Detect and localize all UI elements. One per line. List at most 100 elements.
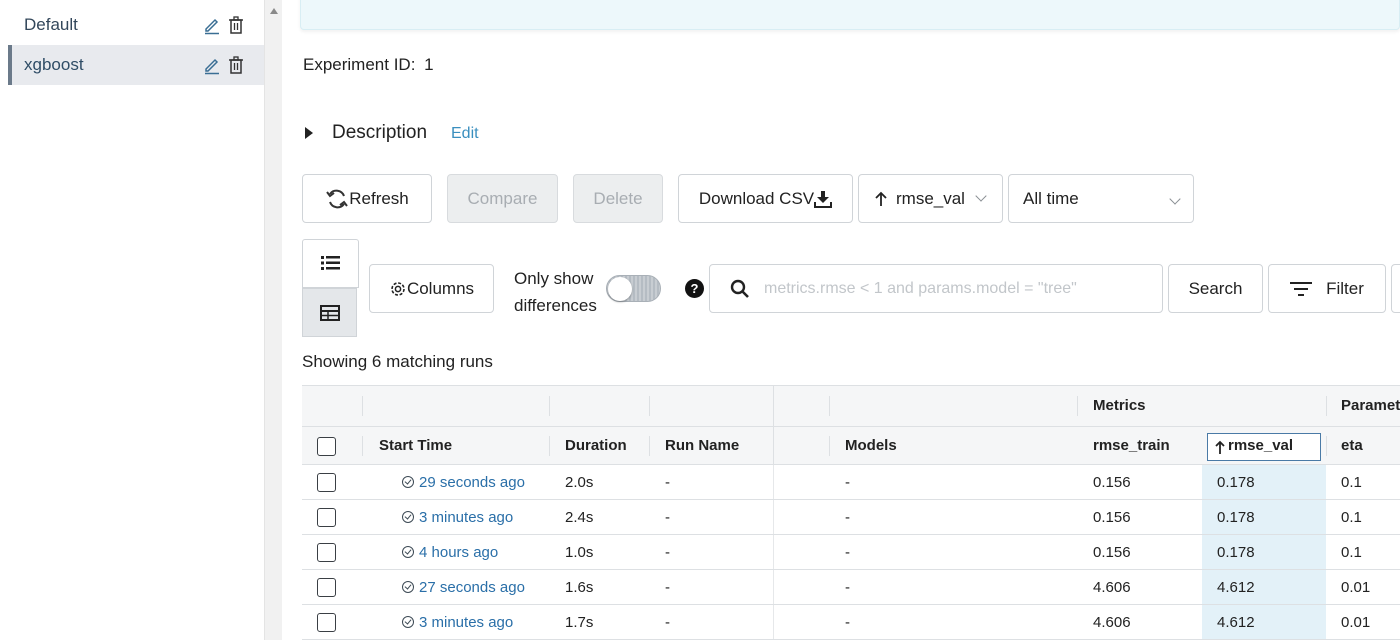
table-row[interactable]: 3 minutes ago 2.4s - - 0.156 0.178 0.1 bbox=[302, 500, 1400, 535]
refresh-button[interactable]: Refresh bbox=[302, 174, 432, 223]
rmse-val-cell: 0.178 bbox=[1217, 544, 1255, 561]
table-row[interactable]: 27 seconds ago 1.6s - - 4.606 4.612 0.01 bbox=[302, 570, 1400, 605]
experiment-item-xgboost[interactable]: xgboost bbox=[8, 45, 264, 85]
only-show-line: Only show bbox=[514, 269, 594, 288]
edit-icon[interactable] bbox=[202, 15, 222, 35]
experiment-item-default[interactable]: Default bbox=[8, 5, 264, 45]
filter-label: Filter bbox=[1326, 278, 1364, 298]
row-checkbox[interactable] bbox=[317, 613, 336, 632]
table-view-toggle[interactable] bbox=[302, 288, 357, 337]
sort-ascending-icon bbox=[1215, 440, 1225, 454]
row-checkbox[interactable] bbox=[317, 543, 336, 562]
start-time-link[interactable]: 3 minutes ago bbox=[419, 509, 513, 526]
column-rmse-train[interactable]: rmse_train bbox=[1093, 437, 1170, 454]
only-show-differences-toggle[interactable] bbox=[606, 275, 661, 302]
description-heading[interactable]: Description bbox=[332, 122, 427, 144]
run-name-cell: - bbox=[665, 579, 670, 596]
run-name-cell: - bbox=[665, 614, 670, 631]
duration-cell: 1.7s bbox=[565, 614, 594, 631]
row-checkbox[interactable] bbox=[317, 578, 336, 597]
metrics-group-header: Metrics bbox=[1093, 397, 1146, 414]
experiment-sidebar: Default xgboost bbox=[0, 0, 264, 640]
rmse-train-cell: 0.156 bbox=[1093, 474, 1131, 491]
scroll-up-arrow-icon[interactable] bbox=[270, 8, 278, 14]
time-range-value: All time bbox=[1023, 188, 1079, 208]
search-icon bbox=[730, 279, 749, 298]
rmse-val-cell: 4.612 bbox=[1217, 579, 1255, 596]
search-box[interactable] bbox=[709, 264, 1163, 313]
experiment-id-value: 1 bbox=[424, 55, 434, 74]
help-icon[interactable]: ? bbox=[685, 279, 704, 298]
filter-button[interactable]: Filter bbox=[1268, 264, 1386, 313]
start-time-link[interactable]: 3 minutes ago bbox=[419, 614, 513, 631]
table-row[interactable]: 3 minutes ago 1.7s - - 4.606 4.612 0.01 bbox=[302, 605, 1400, 640]
columns-button[interactable]: Columns bbox=[369, 264, 494, 313]
chevron-down-icon bbox=[975, 190, 987, 202]
filter-icon bbox=[1290, 281, 1313, 296]
search-input[interactable] bbox=[762, 277, 1152, 301]
sort-select-value: rmse_val bbox=[896, 188, 965, 208]
experiment-label: xgboost bbox=[24, 55, 84, 74]
trash-icon[interactable] bbox=[226, 55, 246, 75]
delete-button[interactable]: Delete bbox=[573, 174, 663, 223]
duration-cell: 1.0s bbox=[565, 544, 594, 561]
row-checkbox[interactable] bbox=[317, 508, 336, 527]
run-name-cell: - bbox=[665, 509, 670, 526]
duration-cell: 2.4s bbox=[565, 509, 594, 526]
refresh-label: Refresh bbox=[349, 188, 409, 208]
table-row[interactable]: 29 seconds ago 2.0s - - 0.156 0.178 0.1 bbox=[302, 465, 1400, 500]
rmse-val-cell: 0.178 bbox=[1217, 509, 1255, 526]
column-rmse-val[interactable]: rmse_val bbox=[1207, 433, 1321, 461]
edit-icon[interactable] bbox=[202, 55, 222, 75]
sidebar-scrollbar[interactable] bbox=[264, 0, 282, 640]
models-cell: - bbox=[845, 474, 850, 491]
column-duration[interactable]: Duration bbox=[565, 437, 627, 454]
matching-runs-count: Showing 6 matching runs bbox=[302, 352, 493, 371]
sort-select[interactable]: rmse_val bbox=[858, 174, 1003, 223]
rmse-val-cell: 4.612 bbox=[1217, 614, 1255, 631]
list-view-toggle[interactable] bbox=[302, 239, 359, 288]
column-models[interactable]: Models bbox=[845, 437, 897, 454]
description-edit-link[interactable]: Edit bbox=[451, 125, 479, 143]
column-eta[interactable]: eta bbox=[1341, 437, 1363, 454]
select-all-checkbox[interactable] bbox=[317, 437, 336, 456]
models-cell: - bbox=[845, 614, 850, 631]
time-range-select[interactable]: All time bbox=[1008, 174, 1194, 223]
toggle-knob bbox=[608, 277, 632, 301]
compare-button[interactable]: Compare bbox=[447, 174, 558, 223]
download-csv-label: Download CSV bbox=[698, 188, 815, 208]
download-icon bbox=[814, 190, 833, 208]
duration-cell: 2.0s bbox=[565, 474, 594, 491]
column-run-name[interactable]: Run Name bbox=[665, 437, 739, 454]
start-time-link[interactable]: 4 hours ago bbox=[419, 544, 498, 561]
eta-cell: 0.01 bbox=[1341, 579, 1371, 596]
parameters-group-header: Paramet bbox=[1341, 397, 1400, 414]
table-row[interactable]: 4 hours ago 1.0s - - 0.156 0.178 0.1 bbox=[302, 535, 1400, 570]
status-finished-icon bbox=[402, 476, 414, 488]
table-icon bbox=[320, 305, 340, 321]
info-banner bbox=[300, 0, 1400, 30]
experiment-id: Experiment ID: 1 bbox=[303, 55, 434, 75]
rmse-train-cell: 0.156 bbox=[1093, 544, 1131, 561]
arrow-up-icon bbox=[875, 191, 887, 206]
eta-cell: 0.1 bbox=[1341, 474, 1362, 491]
start-time-link[interactable]: 27 seconds ago bbox=[419, 579, 525, 596]
status-finished-icon bbox=[402, 511, 414, 523]
expand-caret-icon[interactable] bbox=[305, 127, 313, 139]
run-name-cell: - bbox=[665, 474, 670, 491]
download-csv-button[interactable]: Download CSV bbox=[678, 174, 853, 223]
experiment-id-label: Experiment ID: bbox=[303, 55, 416, 74]
status-finished-icon bbox=[402, 581, 414, 593]
experiment-label: Default bbox=[24, 15, 78, 34]
trash-icon[interactable] bbox=[226, 15, 246, 35]
status-finished-icon bbox=[402, 616, 414, 628]
only-show-differences-label: Only show differences bbox=[514, 265, 597, 319]
start-time-link[interactable]: 29 seconds ago bbox=[419, 474, 525, 491]
column-start-time[interactable]: Start Time bbox=[379, 437, 452, 454]
clear-button[interactable] bbox=[1391, 264, 1400, 313]
status-finished-icon bbox=[402, 546, 414, 558]
search-button[interactable]: Search bbox=[1168, 264, 1263, 313]
refresh-icon bbox=[326, 189, 349, 208]
row-checkbox[interactable] bbox=[317, 473, 336, 492]
rmse-train-cell: 0.156 bbox=[1093, 509, 1131, 526]
